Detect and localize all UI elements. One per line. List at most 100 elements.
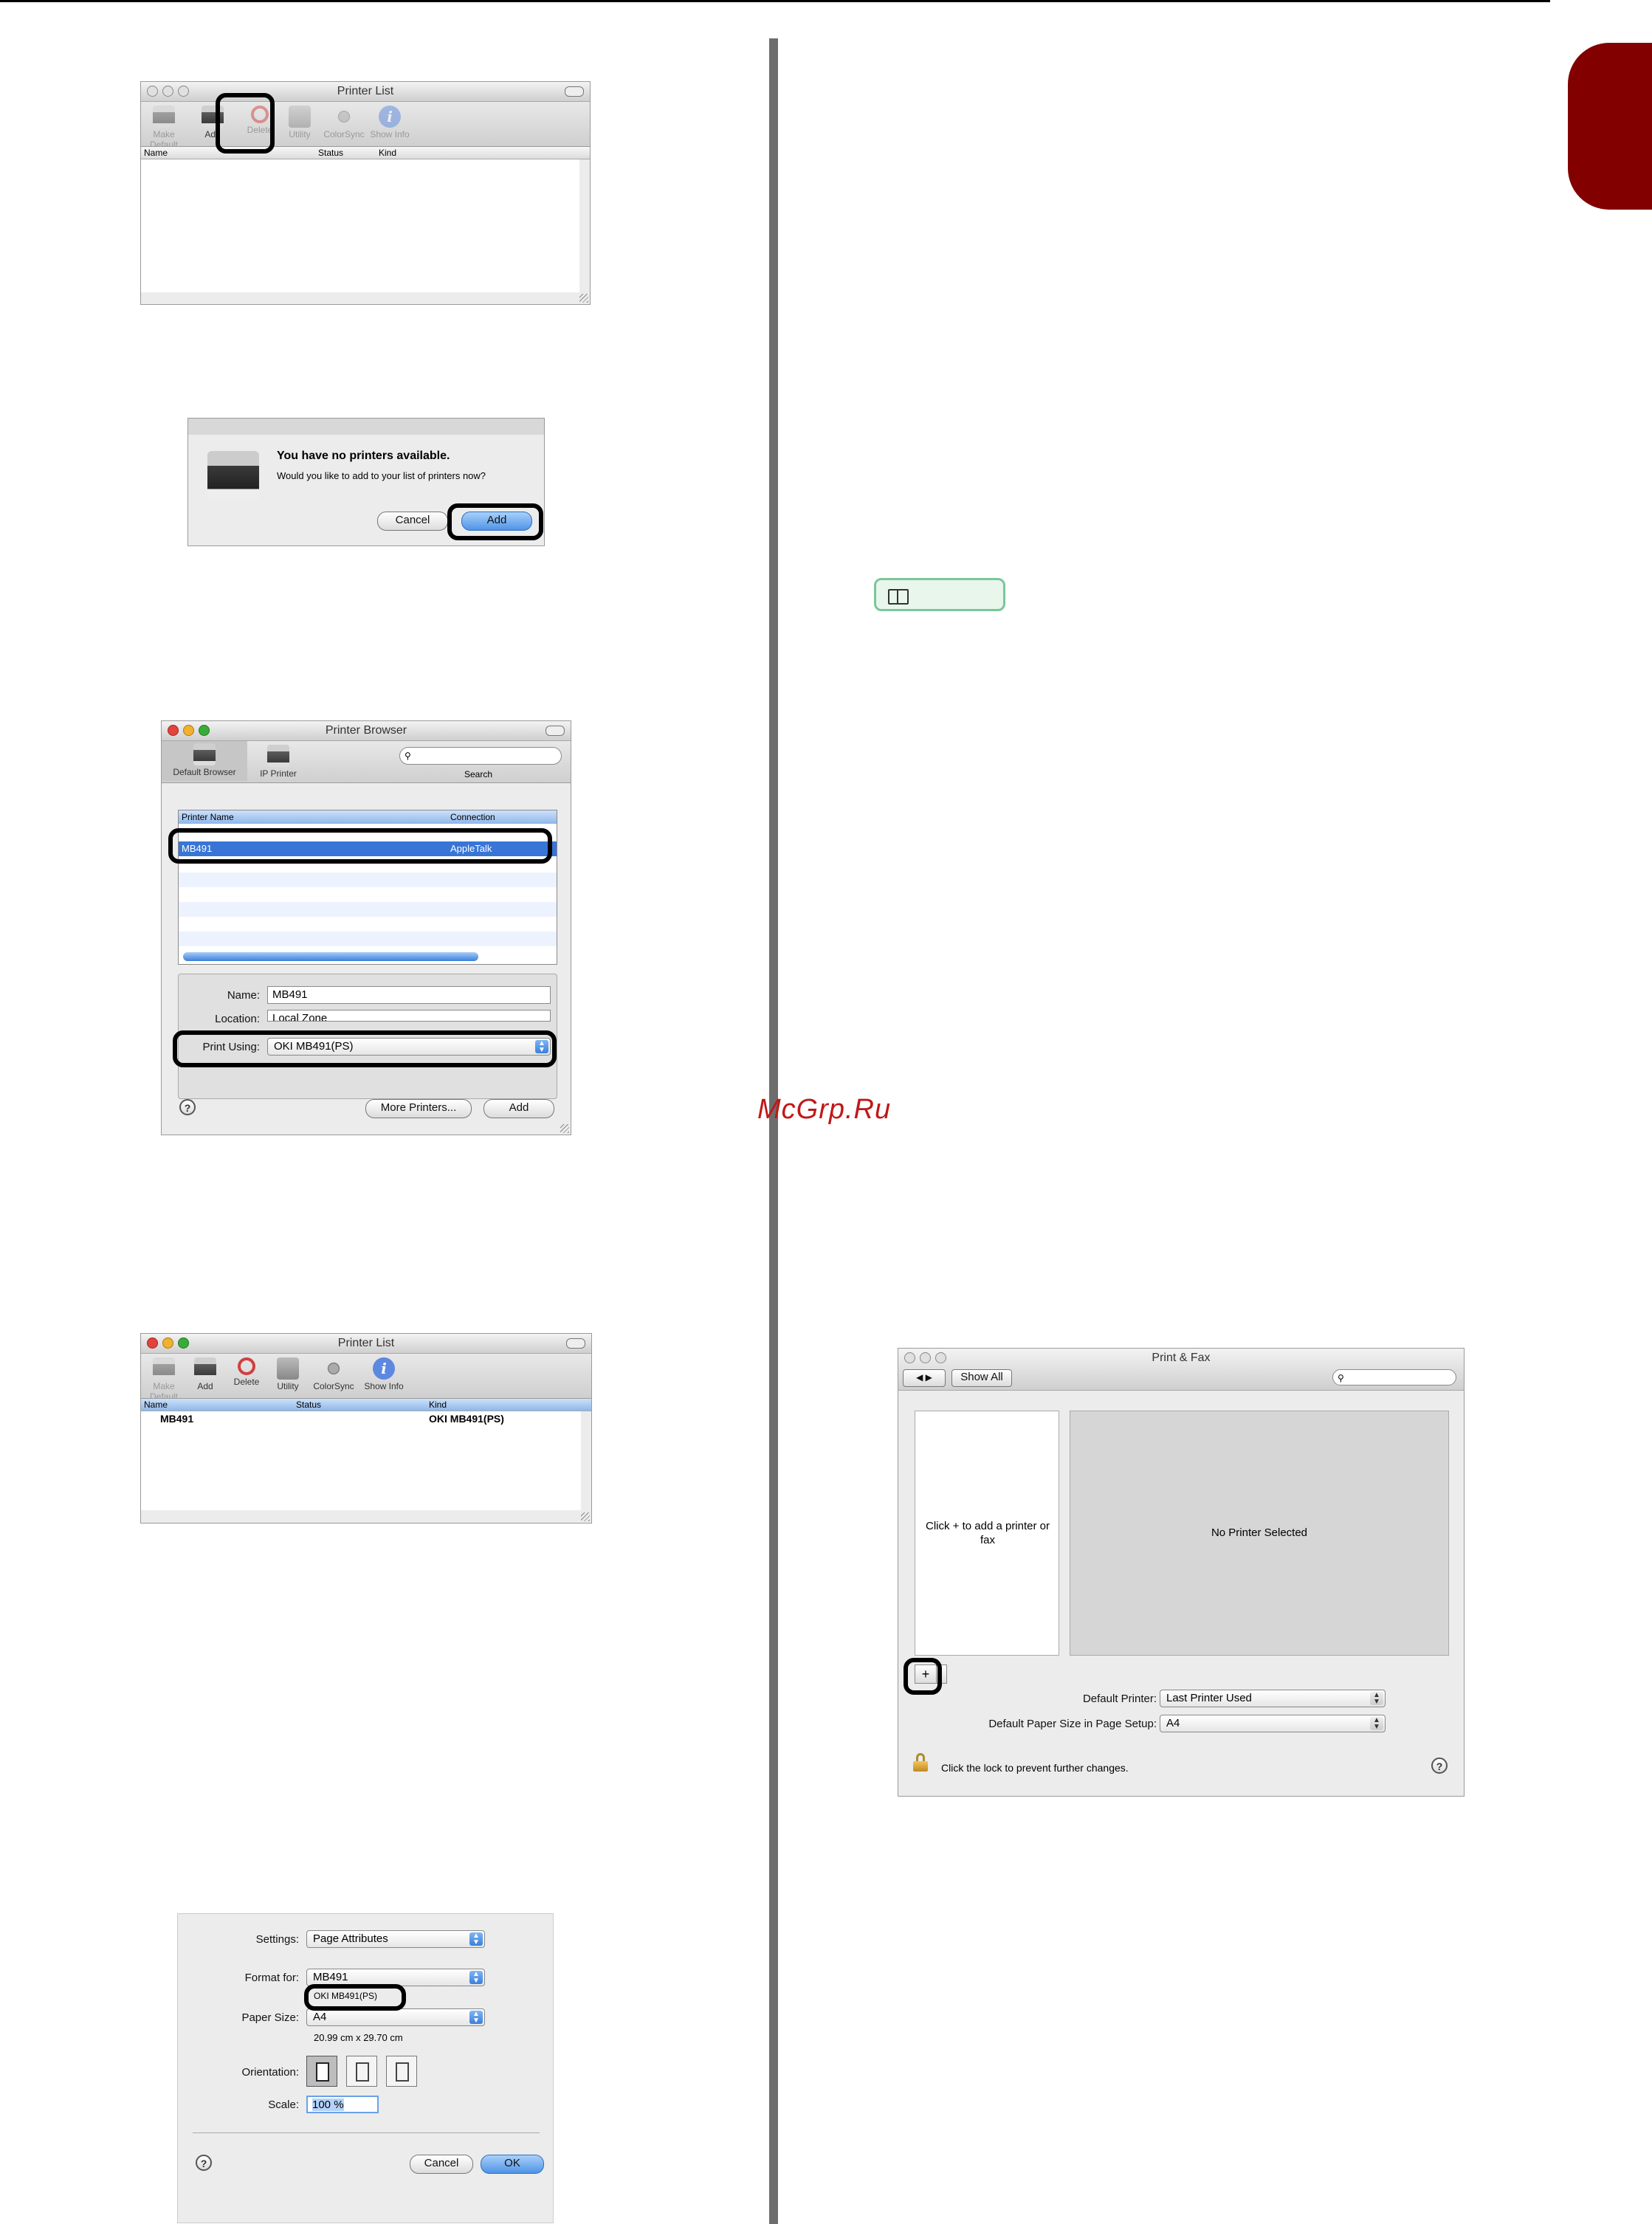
title-bar: Printer List xyxy=(141,1334,591,1354)
col-connection[interactable]: Connection xyxy=(450,812,495,822)
settings-popup[interactable]: Page Attributes ▲ ▼ xyxy=(306,1930,485,1948)
highlight-format-subtitle xyxy=(304,1984,406,2011)
popup-arrows-icon: ▲ ▼ xyxy=(1370,1717,1383,1731)
col-name[interactable]: Name xyxy=(144,1400,168,1410)
paper-size-popup[interactable]: A4 ▲ ▼ xyxy=(1160,1715,1386,1732)
more-printers-button[interactable]: More Printers... xyxy=(365,1099,472,1118)
help-button[interactable]: ? xyxy=(196,2155,212,2171)
default-printer-label: Default Printer: xyxy=(1082,1693,1157,1705)
delete-icon xyxy=(238,1357,255,1375)
search-icon: ⚲ xyxy=(405,751,411,761)
dialog-message: Would you like to add to your list of pr… xyxy=(277,470,486,481)
table-row[interactable] xyxy=(179,872,557,887)
reference-badge xyxy=(874,578,1005,611)
window-title: Printer List xyxy=(337,85,394,97)
highlight-add xyxy=(447,503,543,540)
lock-icon[interactable] xyxy=(913,1753,929,1772)
show-all-button[interactable]: Show All xyxy=(951,1369,1012,1387)
toolbar-toggle[interactable] xyxy=(545,726,565,736)
row-name: MB491 xyxy=(160,1413,194,1425)
paper-value: A4 xyxy=(313,2011,327,2023)
printer-list[interactable]: Click + to add a printer or fax xyxy=(915,1411,1059,1656)
col-status[interactable]: Status xyxy=(296,1400,321,1410)
name-field[interactable]: MB491 xyxy=(267,986,551,1004)
make-default-button[interactable]: Make Default xyxy=(141,103,187,150)
resize-grip[interactable] xyxy=(579,294,588,303)
highlight-print-using xyxy=(173,1030,557,1067)
name-label: Name: xyxy=(227,989,260,1002)
window-title: Printer Browser xyxy=(325,724,407,737)
default-printer-popup[interactable]: Last Printer Used ▲ ▼ xyxy=(1160,1690,1386,1707)
toolbar: Default Browser IP Printer ⚲ Search xyxy=(162,741,571,783)
col-printer-name[interactable]: Printer Name xyxy=(182,812,234,822)
scale-field[interactable]: 100 % xyxy=(306,2096,379,2113)
format-value: MB491 xyxy=(313,1971,348,1983)
help-button[interactable]: ? xyxy=(1431,1757,1448,1774)
table-row[interactable] xyxy=(179,902,557,917)
col-status[interactable]: Status xyxy=(318,148,343,158)
search-icon: ⚲ xyxy=(1338,1373,1344,1383)
portrait-button[interactable] xyxy=(306,2056,337,2087)
default-printer-value: Last Printer Used xyxy=(1166,1692,1252,1704)
toolbar: Make Default Add Delete Utility ColorSyn… xyxy=(141,102,590,150)
landscape-reverse-button[interactable] xyxy=(386,2056,417,2087)
printer-detail-pane: No Printer Selected xyxy=(1070,1411,1449,1656)
window-title: Printer List xyxy=(337,1337,395,1349)
scale-value: 100 % xyxy=(312,2099,344,2111)
resize-grip[interactable] xyxy=(581,1512,590,1521)
col-kind[interactable]: Kind xyxy=(379,148,396,158)
column-header: Name Status Kind xyxy=(141,1399,591,1411)
utility-button[interactable]: Utility xyxy=(265,1355,311,1391)
table-row[interactable] xyxy=(179,932,557,946)
cancel-button[interactable]: Cancel xyxy=(410,2155,473,2174)
paper-dimensions: 20.99 cm x 29.70 cm xyxy=(314,2032,403,2043)
make-default-button[interactable]: Make Default xyxy=(141,1355,187,1402)
popup-arrows-icon: ▲ ▼ xyxy=(469,2011,483,2025)
back-forward-buttons[interactable]: ◀ ▶ xyxy=(903,1369,946,1387)
toolbar-toggle[interactable] xyxy=(565,86,584,97)
empty-list-message: Click + to add a printer or fax xyxy=(926,1520,1050,1546)
printer-list[interactable]: MB491 OKI MB491(PS) xyxy=(141,1411,581,1510)
cancel-button[interactable]: Cancel xyxy=(377,512,448,531)
location-field[interactable]: Local Zone xyxy=(267,1010,551,1022)
printer-icon xyxy=(153,1357,175,1380)
utility-icon xyxy=(289,106,311,128)
colorsync-button[interactable]: ColorSync xyxy=(321,103,367,140)
show-info-button[interactable]: i Show Info xyxy=(367,103,413,140)
col-kind[interactable]: Kind xyxy=(429,1400,447,1410)
col-name[interactable]: Name xyxy=(144,148,168,158)
highlight-add xyxy=(216,93,275,154)
default-browser-tab[interactable]: Default Browser xyxy=(162,741,247,781)
separator xyxy=(193,2132,540,2133)
add-button[interactable]: Add xyxy=(182,1355,228,1391)
popup-arrows-icon: ▲ ▼ xyxy=(1370,1692,1383,1706)
page-setup-dialog: Settings: Page Attributes ▲ ▼ Format for: … xyxy=(177,1913,554,2223)
ip-printer-tab[interactable]: IP Printer xyxy=(249,743,308,779)
table-row[interactable]: MB491 OKI MB491(PS) xyxy=(141,1411,581,1428)
delete-button[interactable]: Delete xyxy=(224,1355,269,1387)
utility-button[interactable]: Utility xyxy=(277,103,323,140)
highlight-selected-row xyxy=(168,828,552,864)
search-field[interactable]: ⚲ xyxy=(1332,1369,1456,1385)
help-button[interactable]: ? xyxy=(179,1099,196,1115)
default-browser-icon xyxy=(193,743,216,765)
search-field[interactable]: ⚲ xyxy=(399,747,562,765)
add-button[interactable]: Add xyxy=(483,1099,554,1118)
highlight-add-printer xyxy=(904,1658,942,1695)
ok-button[interactable]: OK xyxy=(481,2155,544,2174)
settings-label: Settings: xyxy=(255,1933,299,1946)
colorsync-button[interactable]: ColorSync xyxy=(311,1355,357,1391)
show-info-button[interactable]: i Show Info xyxy=(361,1355,407,1391)
lock-message: Click the lock to prevent further change… xyxy=(941,1762,1129,1774)
location-label: Location: xyxy=(215,1013,260,1025)
toolbar-toggle[interactable] xyxy=(566,1338,585,1349)
printer-list[interactable] xyxy=(141,159,579,292)
paper-size-popup[interactable]: A4 ▲ ▼ xyxy=(306,2008,485,2026)
printer-icon xyxy=(207,451,259,500)
horizontal-scrollbar[interactable] xyxy=(183,952,478,961)
landscape-button[interactable] xyxy=(346,2056,377,2087)
resize-grip[interactable] xyxy=(560,1124,569,1133)
printer-browser-window: Printer Browser Default Browser IP Print… xyxy=(161,720,571,1135)
paper-size-value: A4 xyxy=(1166,1717,1180,1729)
add-printer-icon xyxy=(194,1357,216,1380)
